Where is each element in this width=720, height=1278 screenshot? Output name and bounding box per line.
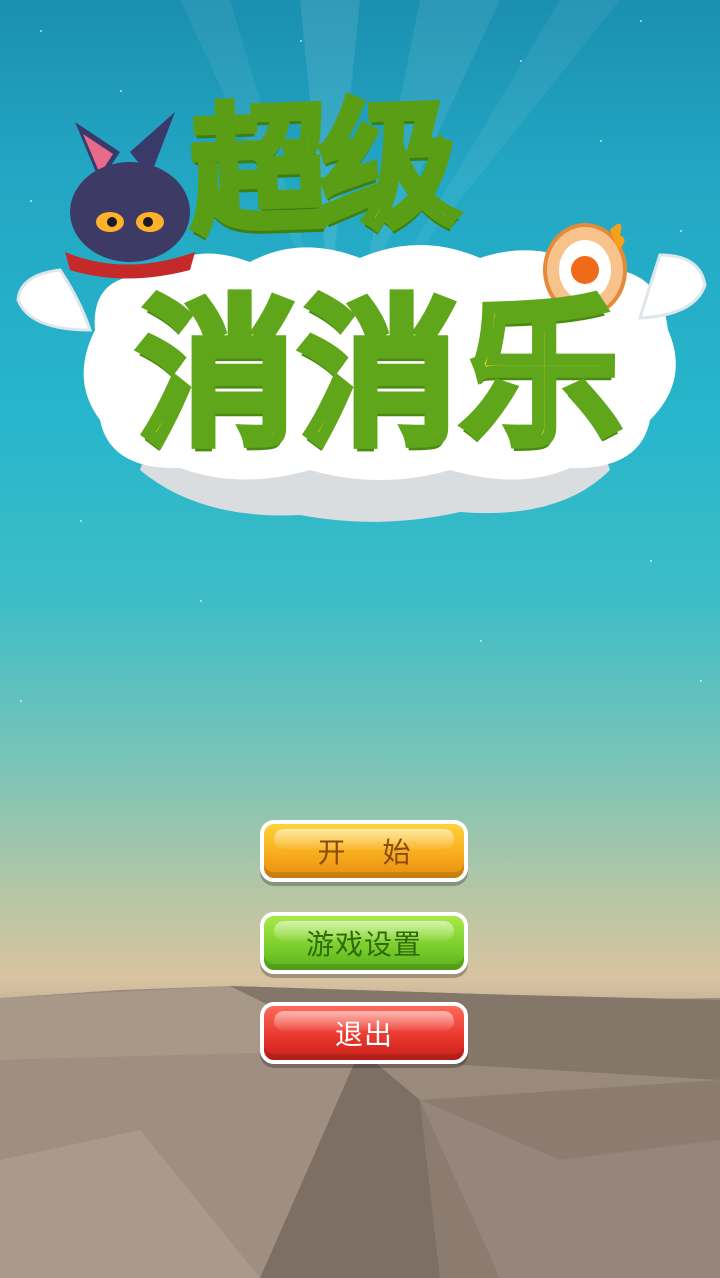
logo-title-line2: 消消乐 — [133, 278, 624, 472]
start-button[interactable]: 开 始 — [260, 820, 468, 882]
exit-button-label: 退出 — [334, 1018, 393, 1051]
exit-button[interactable]: 退出 — [260, 1002, 468, 1064]
logo-title-line1: 超级 — [184, 81, 455, 257]
game-logo: 超级 消消乐 — [0, 0, 720, 560]
game-settings-button-label: 游戏设置 — [305, 928, 422, 961]
start-button-label: 开 始 — [317, 836, 425, 869]
game-settings-button[interactable]: 游戏设置 — [260, 912, 468, 974]
main-menu-screen: 超级 消消乐 开 始 游戏设置 退出 — [0, 0, 720, 1278]
